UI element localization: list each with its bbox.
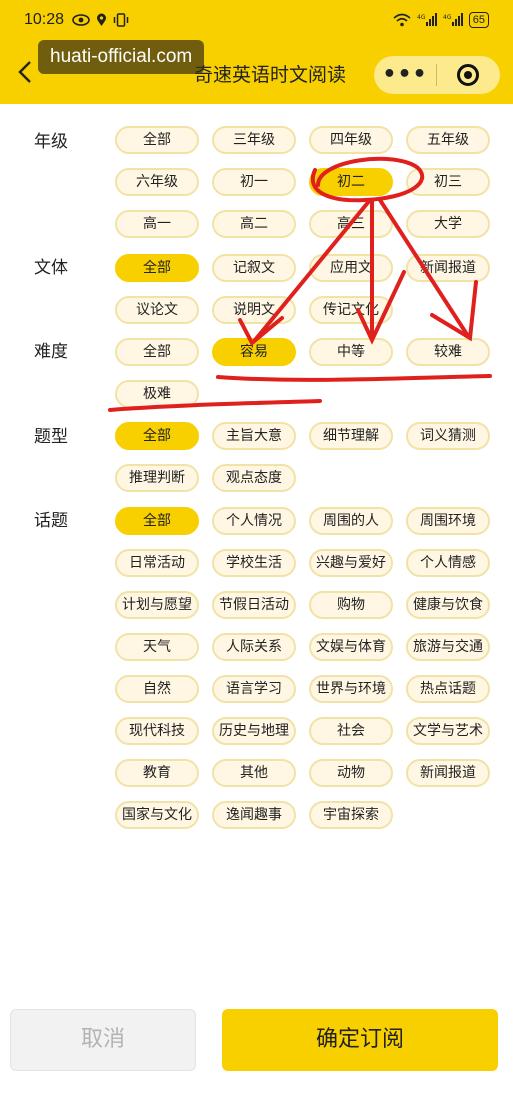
filter-chip-difficulty[interactable]: 极难 bbox=[115, 380, 199, 408]
filter-chip-grade[interactable]: 高二 bbox=[212, 210, 296, 238]
filter-chip-grade[interactable]: 三年级 bbox=[212, 126, 296, 154]
filter-chip-grade[interactable]: 初二 bbox=[309, 168, 393, 196]
bottom-action-bar: 取消 确定订阅 bbox=[0, 990, 513, 1108]
filter-chip-genre[interactable]: 新闻报道 bbox=[406, 254, 490, 282]
filter-chip-topic[interactable]: 世界与环境 bbox=[309, 675, 393, 703]
filter-chip-question-type[interactable]: 词义猜测 bbox=[406, 422, 490, 450]
filter-chip-genre[interactable]: 全部 bbox=[115, 254, 199, 282]
filter-chip-topic[interactable]: 旅游与交通 bbox=[406, 633, 490, 661]
cancel-button[interactable]: 取消 bbox=[10, 1009, 196, 1071]
confirm-subscribe-button[interactable]: 确定订阅 bbox=[222, 1009, 498, 1071]
filter-chip-topic[interactable]: 国家与文化 bbox=[115, 801, 199, 829]
filter-chip-topic[interactable]: 人际关系 bbox=[212, 633, 296, 661]
status-time: 10:28 bbox=[24, 11, 65, 28]
filter-chip-genre[interactable]: 议论文 bbox=[115, 296, 199, 324]
filter-chip-topic[interactable]: 个人情况 bbox=[212, 507, 296, 535]
filter-chip-grade[interactable]: 五年级 bbox=[406, 126, 490, 154]
section-label-genre: 文体 bbox=[34, 258, 68, 278]
section-label-difficulty: 难度 bbox=[34, 342, 68, 362]
filter-chip-question-type[interactable]: 推理判断 bbox=[115, 464, 199, 492]
filter-chip-topic[interactable]: 历史与地理 bbox=[212, 717, 296, 745]
filter-chip-genre[interactable]: 说明文 bbox=[212, 296, 296, 324]
filter-chip-grade[interactable]: 初一 bbox=[212, 168, 296, 196]
section-label-grade: 年级 bbox=[34, 132, 68, 152]
filter-chip-topic[interactable]: 个人情感 bbox=[406, 549, 490, 577]
eye-icon bbox=[72, 14, 90, 26]
filter-chip-grade[interactable]: 初三 bbox=[406, 168, 490, 196]
vibrate-icon bbox=[113, 13, 129, 27]
target-icon[interactable] bbox=[437, 64, 499, 86]
filter-chip-topic[interactable]: 教育 bbox=[115, 759, 199, 787]
filter-chip-topic[interactable]: 其他 bbox=[212, 759, 296, 787]
mini-program-capsule: ••• bbox=[374, 56, 500, 94]
filter-chip-question-type[interactable]: 观点态度 bbox=[212, 464, 296, 492]
filter-chip-topic[interactable]: 自然 bbox=[115, 675, 199, 703]
filter-chip-question-type[interactable]: 细节理解 bbox=[309, 422, 393, 450]
filter-chip-genre[interactable]: 记叙文 bbox=[212, 254, 296, 282]
back-arrow-icon[interactable] bbox=[18, 60, 38, 84]
filter-chip-topic[interactable]: 周围环境 bbox=[406, 507, 490, 535]
filter-chip-grade[interactable]: 四年级 bbox=[309, 126, 393, 154]
filter-chip-topic[interactable]: 购物 bbox=[309, 591, 393, 619]
filter-chip-difficulty[interactable]: 较难 bbox=[406, 338, 490, 366]
status-bar: 10:28 4G 4G 65 bbox=[0, 0, 513, 40]
more-dots-icon[interactable]: ••• bbox=[374, 56, 436, 94]
filter-chip-topic[interactable]: 现代科技 bbox=[115, 717, 199, 745]
section-label-topic: 话题 bbox=[34, 511, 68, 531]
filter-chip-topic[interactable]: 天气 bbox=[115, 633, 199, 661]
filter-chip-topic[interactable]: 计划与愿望 bbox=[115, 591, 199, 619]
filter-chip-topic[interactable]: 节假日活动 bbox=[212, 591, 296, 619]
svg-text:4G: 4G bbox=[443, 14, 452, 21]
filter-chip-topic[interactable]: 兴趣与爱好 bbox=[309, 549, 393, 577]
section-label-question-type: 题型 bbox=[34, 427, 68, 447]
svg-text:4G: 4G bbox=[417, 14, 426, 21]
filter-chip-topic[interactable]: 文娱与体育 bbox=[309, 633, 393, 661]
filter-chip-topic[interactable]: 学校生活 bbox=[212, 549, 296, 577]
watermark: huati-official.com bbox=[38, 40, 205, 74]
wifi-icon bbox=[393, 13, 411, 27]
top-header: 10:28 4G 4G 65 奇速英语时文阅读 huati-official.c… bbox=[0, 0, 513, 104]
battery-indicator: 65 bbox=[468, 12, 489, 28]
signal-4g-icon: 4G bbox=[417, 13, 437, 26]
filter-chip-grade[interactable]: 全部 bbox=[115, 126, 199, 154]
filter-chip-grade[interactable]: 大学 bbox=[406, 210, 490, 238]
filter-chip-topic[interactable]: 热点话题 bbox=[406, 675, 490, 703]
location-icon bbox=[97, 13, 107, 26]
filter-chip-difficulty[interactable]: 中等 bbox=[309, 338, 393, 366]
filter-chip-topic[interactable]: 动物 bbox=[309, 759, 393, 787]
filter-chip-difficulty[interactable]: 容易 bbox=[212, 338, 296, 366]
filter-chip-topic[interactable]: 文学与艺术 bbox=[406, 717, 490, 745]
filter-chip-topic[interactable]: 语言学习 bbox=[212, 675, 296, 703]
filter-chip-question-type[interactable]: 全部 bbox=[115, 422, 199, 450]
filter-chip-genre[interactable]: 传记文化 bbox=[309, 296, 393, 324]
filter-chip-topic[interactable]: 宇宙探索 bbox=[309, 801, 393, 829]
filter-chip-grade[interactable]: 六年级 bbox=[115, 168, 199, 196]
filter-chip-topic[interactable]: 周围的人 bbox=[309, 507, 393, 535]
filter-chip-difficulty[interactable]: 全部 bbox=[115, 338, 199, 366]
filter-chip-topic[interactable]: 日常活动 bbox=[115, 549, 199, 577]
filter-chip-topic[interactable]: 逸闻趣事 bbox=[212, 801, 296, 829]
filter-chip-grade[interactable]: 高一 bbox=[115, 210, 199, 238]
filter-chip-topic[interactable]: 新闻报道 bbox=[406, 759, 490, 787]
filter-chip-topic[interactable]: 全部 bbox=[115, 507, 199, 535]
signal-4g-icon: 4G bbox=[443, 13, 463, 26]
filter-chip-grade[interactable]: 高三 bbox=[309, 210, 393, 238]
filter-chip-question-type[interactable]: 主旨大意 bbox=[212, 422, 296, 450]
filter-chip-topic[interactable]: 健康与饮食 bbox=[406, 591, 490, 619]
filter-chip-genre[interactable]: 应用文 bbox=[309, 254, 393, 282]
filter-chip-topic[interactable]: 社会 bbox=[309, 717, 393, 745]
